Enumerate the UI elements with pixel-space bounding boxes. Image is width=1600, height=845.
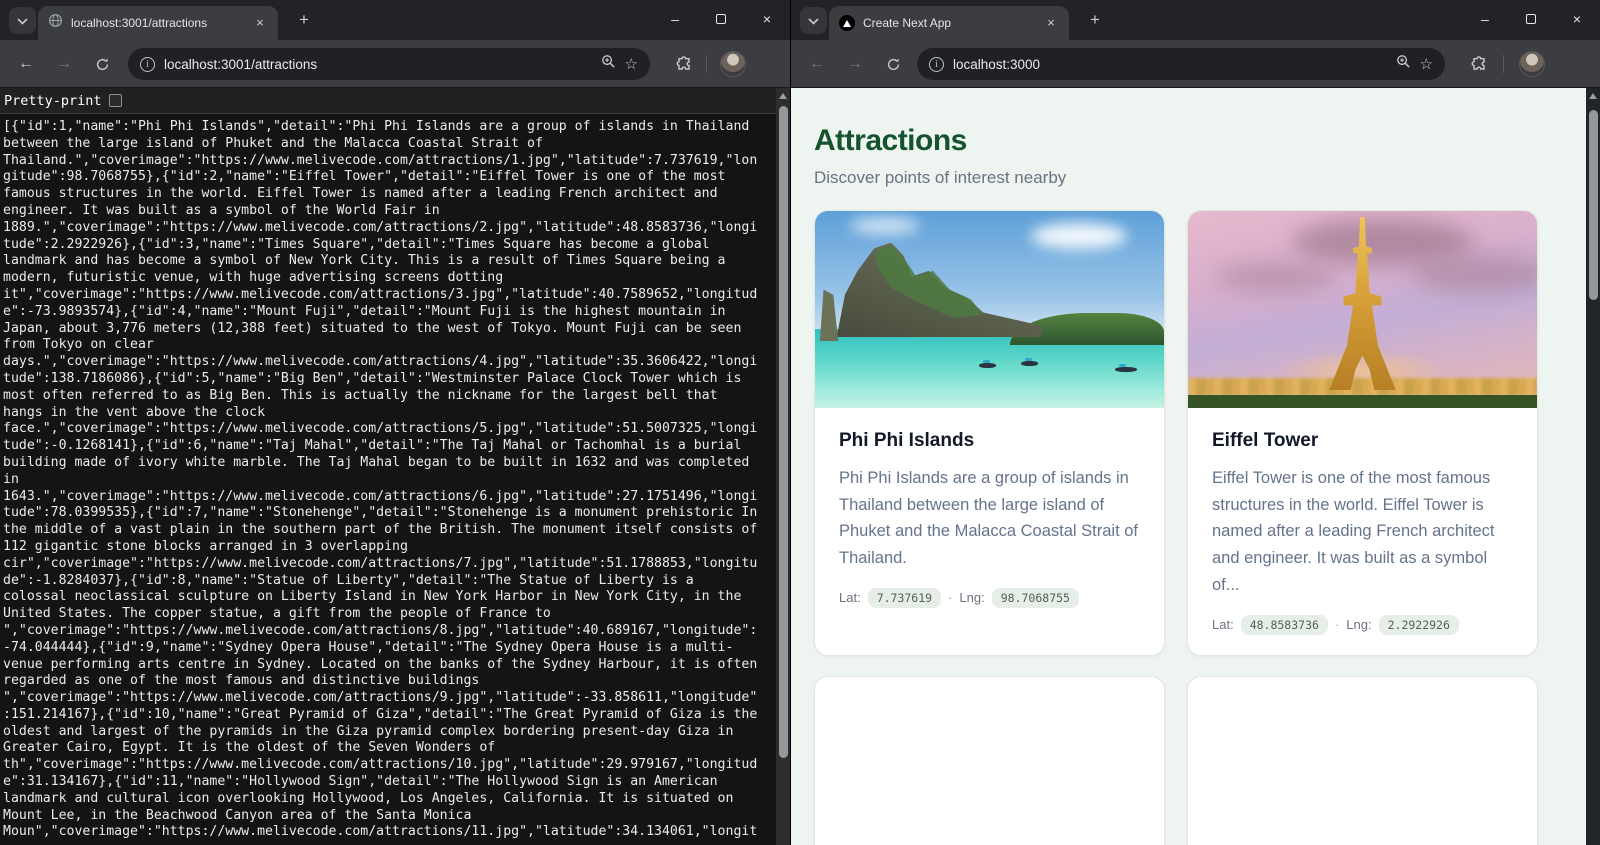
card-coordinates: Lat: 48.8583736 · Lng: 2.2922926	[1212, 614, 1513, 635]
json-response-text: [{"id":1,"name":"Phi Phi Islands","detai…	[3, 119, 758, 840]
zoom-icon[interactable]	[601, 54, 616, 74]
tab-strip: Create Next App × + – ×	[791, 0, 1600, 40]
tab-create-next-app[interactable]: Create Next App ×	[829, 6, 1069, 40]
forward-button[interactable]: →	[52, 52, 76, 76]
dot-separator: ·	[948, 590, 953, 606]
browser-window-app: Create Next App × + – × ← → i localhost:…	[791, 0, 1600, 845]
url-text: localhost:3000	[953, 56, 1041, 72]
minimize-button[interactable]: –	[1462, 0, 1508, 38]
latitude-badge: 48.8583736	[1240, 614, 1328, 635]
right-page-scrollbar	[1586, 88, 1600, 845]
close-window-button[interactable]: ×	[744, 0, 790, 38]
nextjs-favicon-icon	[839, 15, 855, 31]
tab-title: Create Next App	[863, 16, 952, 30]
longitude-badge: 98.7068755	[991, 587, 1079, 608]
pretty-print-label: Pretty-print	[4, 92, 102, 109]
eiffel-tower-image	[1188, 211, 1537, 408]
scrollbar-thumb[interactable]	[778, 106, 788, 758]
pretty-print-checkbox[interactable]	[108, 94, 122, 107]
phi-phi-islands-image	[815, 211, 1164, 408]
bookmark-star-icon[interactable]: ☆	[1420, 55, 1433, 73]
forward-button[interactable]: →	[843, 52, 867, 76]
attractions-page: Attractions Discover points of interest …	[791, 88, 1588, 845]
close-window-button[interactable]: ×	[1554, 0, 1600, 38]
scrollbar-thumb[interactable]	[1588, 110, 1598, 300]
card-description: Phi Phi Islands are a group of islands i…	[839, 469, 1138, 568]
tab-strip: localhost:3001/attractions × + – ×	[0, 0, 790, 40]
page-title: Attractions	[814, 124, 967, 157]
url-text: localhost:3001/attractions	[164, 56, 318, 72]
times-square-image	[815, 677, 1164, 845]
navigation-toolbar: ← → i localhost:3000 ☆	[791, 40, 1600, 88]
left-page-scrollbar	[776, 88, 790, 845]
minimize-button[interactable]: –	[652, 0, 698, 38]
profile-avatar[interactable]	[720, 51, 746, 77]
extensions-icon[interactable]	[1467, 52, 1491, 76]
tab-close-icon[interactable]: ×	[252, 15, 268, 31]
browser-menu-icon[interactable]	[756, 52, 780, 76]
lng-label: Lng:	[1346, 617, 1372, 633]
lat-label: Lat:	[1212, 617, 1234, 633]
back-button[interactable]: ←	[14, 52, 38, 76]
card-description: Eiffel Tower is one of the most famous s…	[1212, 469, 1495, 594]
latitude-badge: 7.737619	[867, 587, 942, 608]
attraction-card-times-square[interactable]	[814, 675, 1165, 845]
tab-search-button[interactable]	[9, 7, 36, 34]
maximize-icon	[716, 14, 726, 24]
maximize-button[interactable]	[698, 0, 744, 38]
attraction-card-phi-phi-islands[interactable]: Phi Phi Islands Phi Phi Islands are a gr…	[814, 210, 1165, 656]
navigation-toolbar: ← → i localhost:3001/attractions ☆	[0, 40, 790, 88]
scroll-up-arrow-icon[interactable]	[1589, 93, 1597, 99]
lat-label: Lat:	[839, 590, 861, 606]
zoom-icon[interactable]	[1396, 54, 1411, 74]
attraction-card-eiffel-tower[interactable]: Eiffel Tower Eiffel Tower is one of the …	[1187, 210, 1538, 656]
back-button[interactable]: ←	[805, 52, 829, 76]
new-tab-button[interactable]: +	[292, 9, 316, 33]
maximize-icon	[1526, 14, 1536, 24]
new-tab-button[interactable]: +	[1083, 9, 1107, 33]
browser-window-json: localhost:3001/attractions × + – × ← → i…	[0, 0, 790, 845]
card-title: Eiffel Tower	[1212, 430, 1319, 451]
boat-shape	[979, 359, 997, 368]
attraction-cards-grid: Phi Phi Islands Phi Phi Islands are a gr…	[814, 210, 1538, 845]
json-response-page: Pretty-print [{"id":1,"name":"Phi Phi Is…	[0, 88, 790, 845]
lng-label: Lng:	[959, 590, 985, 606]
tab-localhost-3001[interactable]: localhost:3001/attractions ×	[38, 6, 278, 40]
address-bar[interactable]: i localhost:3000 ☆	[917, 48, 1445, 80]
toolbar-divider	[706, 55, 707, 73]
site-info-icon[interactable]: i	[929, 56, 944, 72]
profile-avatar[interactable]	[1519, 51, 1545, 77]
bookmark-star-icon[interactable]: ☆	[625, 55, 638, 73]
dot-separator: ·	[1334, 617, 1340, 633]
address-bar[interactable]: i localhost:3001/attractions ☆	[128, 48, 650, 80]
pretty-print-bar: Pretty-print	[0, 88, 790, 114]
boat-shape	[1115, 363, 1138, 372]
reload-button[interactable]	[90, 52, 114, 76]
tab-search-button[interactable]	[800, 7, 827, 34]
boat-shape	[1020, 357, 1038, 366]
card-coordinates: Lat: 7.737619 · Lng: 98.7068755	[839, 587, 1140, 608]
scroll-up-arrow-icon[interactable]	[779, 93, 787, 99]
attraction-card-mount-fuji[interactable]	[1187, 675, 1538, 845]
mount-fuji-image	[1188, 677, 1537, 845]
reload-button[interactable]	[881, 52, 905, 76]
longitude-badge: 2.2922926	[1378, 614, 1459, 635]
tab-close-icon[interactable]: ×	[1043, 15, 1059, 31]
browser-menu-icon[interactable]	[1559, 52, 1583, 76]
chevron-down-icon	[17, 12, 28, 30]
extensions-icon[interactable]	[672, 52, 696, 76]
card-title: Phi Phi Islands	[839, 430, 975, 451]
tab-title: localhost:3001/attractions	[71, 16, 208, 30]
chevron-down-icon	[808, 12, 819, 30]
page-subtitle: Discover points of interest nearby	[814, 168, 1067, 187]
globe-favicon-icon	[48, 13, 63, 33]
maximize-button[interactable]	[1508, 0, 1554, 38]
toolbar-divider	[1503, 55, 1504, 73]
site-info-icon[interactable]: i	[140, 56, 155, 72]
